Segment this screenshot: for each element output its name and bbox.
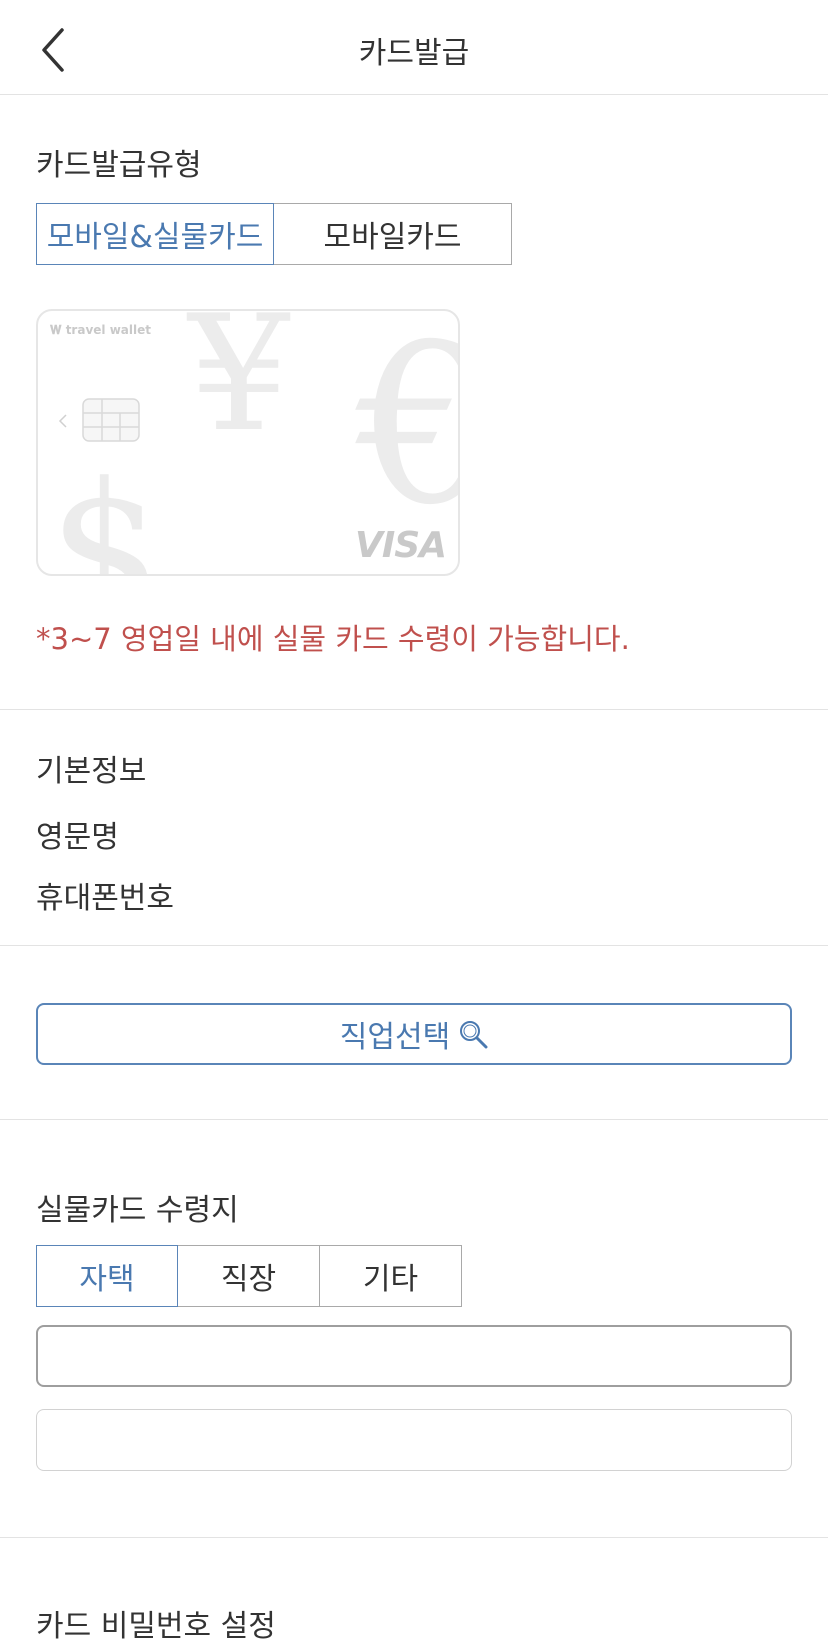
receipt-option-other[interactable]: 기타 (320, 1245, 462, 1307)
chip-icon (82, 398, 140, 442)
svg-text:$: $ (48, 445, 163, 576)
basic-info-heading: 기본정보 (36, 754, 147, 789)
card-image: ¥ € $ 𝐖 travel wallet VISA (36, 309, 460, 576)
receipt-option-home[interactable]: 자택 (36, 1245, 178, 1307)
page-title: 카드발급 (358, 36, 470, 71)
card-brand-mark: 𝐖 (50, 323, 66, 337)
section-divider (0, 945, 828, 946)
phone-number-label: 휴대폰번호 (36, 881, 174, 916)
issue-type-mobile-option[interactable]: 모바일카드 (274, 203, 512, 265)
section-divider (0, 709, 828, 710)
card-pin-label: 카드 비밀번호 설정 (36, 1609, 276, 1644)
svg-text:¥: ¥ (186, 311, 291, 467)
address-field-1[interactable] (36, 1325, 792, 1387)
receipt-option-work[interactable]: 직장 (178, 1245, 320, 1307)
delivery-notice: *3~7 영업일 내에 실물 카드 수령이 가능합니다. (36, 622, 630, 656)
issue-type-mobile-physical-option[interactable]: 모바일&실물카드 (36, 203, 274, 265)
section-divider (0, 1537, 828, 1538)
english-name-label: 영문명 (36, 820, 119, 855)
app-header: 카드발급 (0, 0, 828, 95)
receipt-location-label: 실물카드 수령지 (36, 1193, 239, 1228)
card-brand-logo: 𝐖 travel wallet (50, 323, 151, 338)
search-icon (460, 1021, 488, 1049)
issue-type-selector: 모바일&실물카드 모바일카드 (36, 203, 512, 265)
job-select-button[interactable]: 직업선택 (36, 1003, 792, 1065)
visa-logo: VISA (354, 525, 447, 566)
address-field-2[interactable] (36, 1409, 792, 1471)
job-select-label: 직업선택 (339, 1020, 451, 1055)
section-divider (0, 1119, 828, 1120)
card-chevron-left-icon (58, 414, 67, 428)
issue-type-label: 카드발급유형 (36, 148, 202, 183)
card-brand-text: travel wallet (65, 323, 151, 337)
receipt-location-selector: 자택 직장 기타 (36, 1245, 462, 1307)
svg-text:€: € (355, 311, 460, 553)
